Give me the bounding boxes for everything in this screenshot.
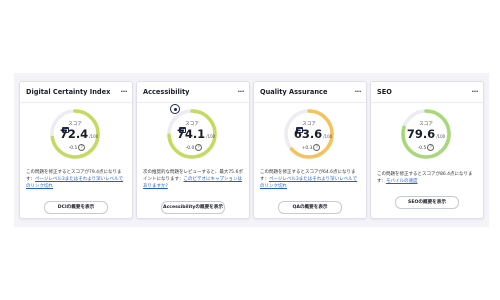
score-value: 79.6/100 xyxy=(406,127,446,141)
score-gauge: スコア 63.6/100 +0.3? xyxy=(283,108,335,160)
help-icon[interactable]: ? xyxy=(78,144,86,151)
issue-link[interactable]: ページレベル3またはそれより深いレベルでのリンク切れ xyxy=(26,177,123,189)
score-card-seo: SEO ... スコア 79.6/100 -0.5? この問題を修正するとスコア… xyxy=(370,81,484,219)
score-card-dci: Digital Certainty Index ... スコア 72.4/100… xyxy=(19,81,133,219)
card-header: Digital Certainty Index ... xyxy=(20,82,132,103)
score-value: 74.1/100 xyxy=(176,127,216,141)
score-value: 72.4/100 xyxy=(59,127,99,141)
card-title: Quality Assurance xyxy=(260,88,328,96)
score-gauge: スコア 79.6/100 -0.5? xyxy=(400,108,452,160)
score-card-qa: Quality Assurance ... スコア 63.6/100 +0.3?… xyxy=(253,81,367,219)
card-description: この問題を修正するとスコアが86.4点になります：モバイルの速度 xyxy=(377,172,473,184)
score-gauge: スコア 74.1/100 -0.0? xyxy=(166,104,218,160)
help-icon[interactable]: ? xyxy=(427,144,435,151)
card-header: Accessibility ... xyxy=(137,82,249,103)
card-description: この問題を修正するとスコアが79.4点になります：ページレベル3またはそれより深… xyxy=(26,170,124,189)
help-icon[interactable]: ? xyxy=(313,144,321,151)
view-seo-overview-button[interactable]: SEOの概要を表示 xyxy=(395,196,459,209)
target-marker-icon xyxy=(170,104,180,114)
card-title: SEO xyxy=(377,88,392,96)
more-options-button[interactable]: ... xyxy=(355,86,362,94)
score-delta: -0.5? xyxy=(400,144,452,151)
issue-link[interactable]: ページレベル3またはそれより深いレベルでのリンク切れ xyxy=(260,177,357,189)
view-qa-overview-button[interactable]: QAの概要を表示 xyxy=(278,201,342,214)
score-delta: -0.0? xyxy=(170,144,218,151)
card-title: Digital Certainty Index xyxy=(26,88,111,96)
card-description: この問題を修正するとスコアが64.6点になります：ページレベル3またはそれより深… xyxy=(260,170,358,189)
score-value: 63.6/100 xyxy=(293,127,333,141)
card-description: 次の推奨的な問題をレビューすると、最大75.6ポイントになります：このビデオにキ… xyxy=(143,170,243,189)
more-options-button[interactable]: ... xyxy=(238,86,245,94)
view-accessibility-overview-button[interactable]: Accessibilityの概要を表示 xyxy=(161,201,225,214)
card-header: SEO ... xyxy=(371,82,483,103)
score-delta: +0.3? xyxy=(287,144,335,151)
more-options-button[interactable]: ... xyxy=(472,86,479,94)
help-icon[interactable]: ? xyxy=(195,144,203,151)
view-dci-overview-button[interactable]: DCIの概要を表示 xyxy=(44,201,108,214)
more-options-button[interactable]: ... xyxy=(121,86,128,94)
card-title: Accessibility xyxy=(143,88,190,96)
issue-link[interactable]: モバイルの速度 xyxy=(386,179,418,184)
card-header: Quality Assurance ... xyxy=(254,82,366,103)
score-card-accessibility: Accessibility ... スコア 74.1/100 -0.0? 次の推… xyxy=(136,81,250,219)
score-gauge: スコア 72.4/100 -0.1? xyxy=(49,108,101,160)
score-delta: -0.1? xyxy=(53,144,101,151)
